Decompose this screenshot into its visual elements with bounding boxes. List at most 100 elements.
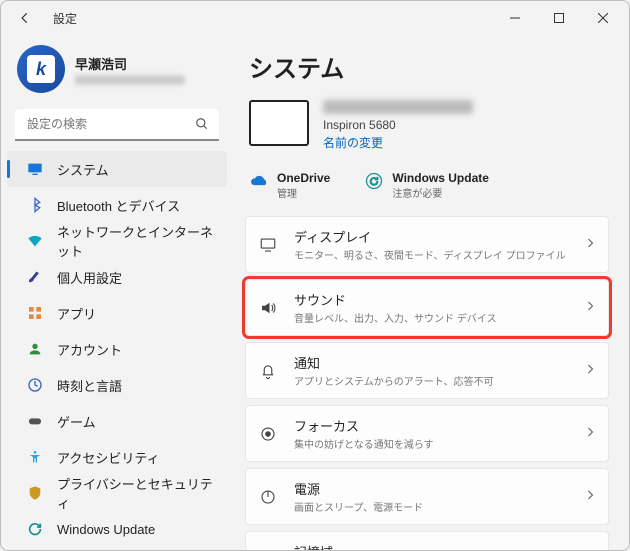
device-name-redacted bbox=[323, 100, 473, 114]
sidebar-item-label: プライバシーとセキュリティ bbox=[57, 474, 215, 512]
sidebar-item-apps[interactable]: アプリ bbox=[7, 295, 227, 331]
maximize-button[interactable] bbox=[537, 3, 581, 33]
sidebar-item-accessibility[interactable]: アクセシビリティ bbox=[7, 439, 227, 475]
page-heading: システム bbox=[249, 49, 609, 84]
minimize-button[interactable] bbox=[493, 3, 537, 33]
apps-icon bbox=[27, 305, 43, 321]
refresh-circle-icon bbox=[364, 171, 384, 191]
avatar: k bbox=[17, 45, 65, 93]
game-icon bbox=[27, 413, 43, 429]
search-icon bbox=[195, 117, 209, 136]
sidebar-item-privacy[interactable]: プライバシーとセキュリティ bbox=[7, 475, 227, 511]
titlebar: 設定 bbox=[1, 1, 629, 35]
rename-link[interactable]: 名前の変更 bbox=[323, 134, 473, 151]
bluetooth-icon bbox=[27, 197, 43, 213]
card-sub: 集中の妨げとなる通知を減らす bbox=[294, 436, 568, 451]
sidebar-item-windows-update[interactable]: Windows Update bbox=[7, 511, 227, 547]
card-title: 通知 bbox=[294, 353, 568, 372]
sidebar-item-label: アプリ bbox=[57, 304, 96, 323]
avatar-letter-icon: k bbox=[27, 55, 55, 83]
sidebar-item-bluetooth[interactable]: Bluetooth とデバイス bbox=[7, 187, 227, 223]
person-icon bbox=[27, 341, 43, 357]
sidebar-item-label: アクセシビリティ bbox=[57, 448, 160, 467]
wu-title: Windows Update bbox=[392, 171, 489, 185]
sidebar-item-gaming[interactable]: ゲーム bbox=[7, 403, 227, 439]
body: k 早瀬浩司 システム Blu bbox=[1, 35, 629, 550]
onedrive-title: OneDrive bbox=[277, 171, 330, 185]
sidebar-item-label: 時刻と言語 bbox=[57, 376, 122, 395]
settings-window: 設定 k 早瀬浩司 bbox=[0, 0, 630, 551]
profile-email-redacted bbox=[75, 75, 185, 85]
sidebar-item-label: ネットワークとインターネット bbox=[57, 222, 215, 260]
back-button[interactable] bbox=[11, 4, 39, 32]
close-icon bbox=[598, 13, 608, 23]
settings-list: ディスプレイ モニター、明るさ、夜間モード、ディスプレイ プロファイル サウンド… bbox=[245, 216, 609, 550]
device-info-row: Inspiron 5680 名前の変更 bbox=[245, 98, 609, 163]
chevron-right-icon bbox=[584, 299, 596, 317]
chevron-right-icon bbox=[584, 425, 596, 443]
profile[interactable]: k 早瀬浩司 bbox=[1, 41, 233, 105]
card-title: 電源 bbox=[294, 479, 568, 498]
sidebar-item-label: ゲーム bbox=[57, 412, 96, 431]
card-title: フォーカス bbox=[294, 416, 568, 435]
close-button[interactable] bbox=[581, 3, 625, 33]
clock-globe-icon bbox=[27, 377, 43, 393]
system-icon bbox=[27, 161, 43, 177]
focus-icon bbox=[258, 424, 278, 444]
bell-icon bbox=[258, 361, 278, 381]
nav: システム Bluetooth とデバイス ネットワークとインターネット 個人用設… bbox=[1, 151, 233, 547]
setting-notifications[interactable]: 通知 アプリとシステムからのアラート、応答不可 bbox=[245, 342, 609, 399]
card-title: ディスプレイ bbox=[294, 227, 568, 246]
sidebar-item-system[interactable]: システム bbox=[7, 151, 227, 187]
sound-icon bbox=[258, 298, 278, 318]
windows-update-status[interactable]: Windows Update 注意が必要 bbox=[364, 171, 489, 200]
power-icon bbox=[258, 487, 278, 507]
search-input[interactable] bbox=[15, 109, 219, 141]
search-container bbox=[15, 109, 219, 141]
onedrive-icon bbox=[249, 171, 269, 191]
status-row: OneDrive 管理 Windows Update 注意が必要 bbox=[245, 163, 609, 216]
window-controls bbox=[493, 3, 625, 33]
setting-display[interactable]: ディスプレイ モニター、明るさ、夜間モード、ディスプレイ プロファイル bbox=[245, 216, 609, 273]
card-sub: モニター、明るさ、夜間モード、ディスプレイ プロファイル bbox=[294, 247, 568, 262]
sidebar-item-label: 個人用設定 bbox=[57, 268, 122, 287]
sidebar-item-time-language[interactable]: 時刻と言語 bbox=[7, 367, 227, 403]
card-title: サウンド bbox=[294, 290, 568, 309]
chevron-right-icon bbox=[584, 488, 596, 506]
profile-name: 早瀬浩司 bbox=[75, 54, 185, 73]
sidebar-item-label: システム bbox=[57, 160, 109, 179]
minimize-icon bbox=[510, 13, 520, 23]
setting-power[interactable]: 電源 画面とスリープ、電源モード bbox=[245, 468, 609, 525]
setting-sound[interactable]: サウンド 音量レベル、出力、入力、サウンド デバイス bbox=[245, 279, 609, 336]
display-icon bbox=[258, 235, 278, 255]
sidebar-item-network[interactable]: ネットワークとインターネット bbox=[7, 223, 227, 259]
sidebar-item-label: Windows Update bbox=[57, 522, 155, 537]
sidebar: k 早瀬浩司 システム Blu bbox=[1, 35, 233, 550]
wifi-icon bbox=[27, 233, 43, 249]
window-title: 設定 bbox=[53, 10, 77, 27]
card-sub: 画面とスリープ、電源モード bbox=[294, 499, 568, 514]
chevron-right-icon bbox=[584, 362, 596, 380]
device-model: Inspiron 5680 bbox=[323, 118, 473, 132]
storage-icon bbox=[258, 550, 278, 551]
sidebar-item-account[interactable]: アカウント bbox=[7, 331, 227, 367]
content: システム Inspiron 5680 名前の変更 OneDrive 管理 bbox=[233, 35, 629, 550]
card-title: 記憶域 bbox=[294, 542, 568, 550]
arrow-left-icon bbox=[18, 11, 32, 25]
setting-storage[interactable]: 記憶域 ストレージ領域、ドライブ、構成ルール bbox=[245, 531, 609, 550]
card-sub: アプリとシステムからのアラート、応答不可 bbox=[294, 373, 568, 388]
device-thumbnail bbox=[249, 100, 309, 146]
maximize-icon bbox=[554, 13, 564, 23]
refresh-icon bbox=[27, 521, 43, 537]
brush-icon bbox=[27, 269, 43, 285]
sidebar-item-label: Bluetooth とデバイス bbox=[57, 196, 180, 215]
accessibility-icon bbox=[27, 449, 43, 465]
onedrive-sub: 管理 bbox=[277, 185, 330, 200]
setting-focus[interactable]: フォーカス 集中の妨げとなる通知を減らす bbox=[245, 405, 609, 462]
onedrive-status[interactable]: OneDrive 管理 bbox=[249, 171, 330, 200]
card-sub: 音量レベル、出力、入力、サウンド デバイス bbox=[294, 310, 568, 325]
sidebar-item-personalization[interactable]: 個人用設定 bbox=[7, 259, 227, 295]
sidebar-item-label: アカウント bbox=[57, 340, 122, 359]
shield-icon bbox=[27, 485, 43, 501]
wu-sub: 注意が必要 bbox=[392, 185, 489, 200]
